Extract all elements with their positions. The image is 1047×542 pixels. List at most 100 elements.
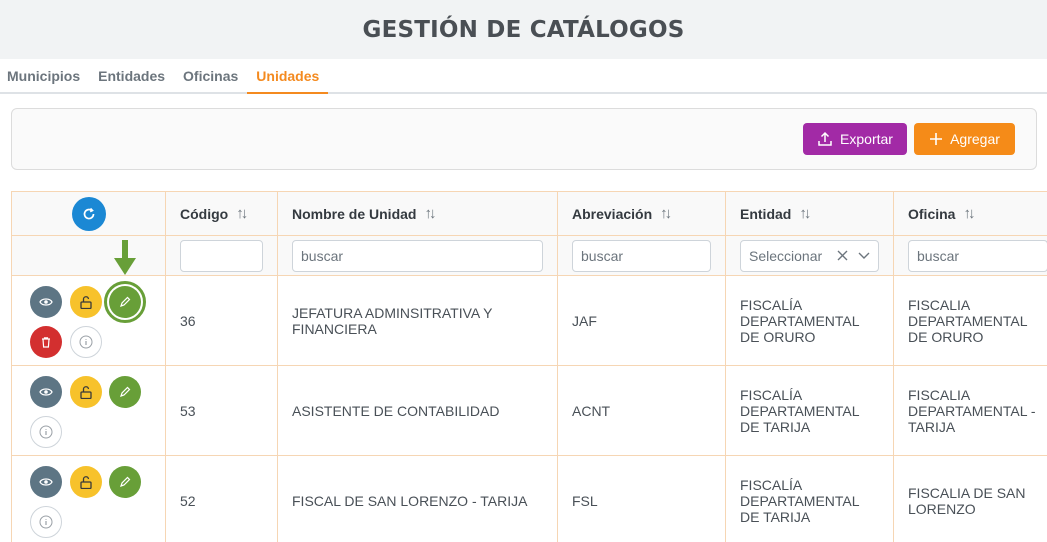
- title-bar: GESTIÓN DE CATÁLOGOS: [0, 0, 1047, 59]
- table-row: 53 ASISTENTE DE CONTABILIDAD ACNT FISCAL…: [12, 366, 1047, 456]
- unlock-icon: [80, 475, 92, 489]
- cell-line: DE ORURO: [908, 328, 984, 345]
- table-row: 36 JEFATURA ADMINSITRATIVA Y FINANCIERA J…: [12, 276, 1047, 366]
- unlock-button[interactable]: [70, 286, 102, 318]
- table-row: 52 FISCAL DE SAN LORENZO - TARIJA FSL FI…: [12, 456, 1047, 542]
- action-buttons: [30, 281, 150, 358]
- info-icon: [39, 515, 53, 529]
- edit-button[interactable]: [109, 466, 141, 498]
- row-actions: [12, 456, 166, 542]
- actions-header: [12, 192, 166, 235]
- tab-oficinas[interactable]: Oficinas: [174, 59, 247, 94]
- oficina-filter-input[interactable]: buscar: [908, 239, 1047, 272]
- plus-icon: [930, 133, 943, 145]
- codigo-filter-input[interactable]: [180, 239, 263, 272]
- info-icon: [79, 335, 93, 349]
- cell-line: FISCAL DE SAN LORENZO - TARIJA: [292, 492, 528, 509]
- unidades-table: Código ↑↓ Nombre de Unidad ↑↓ Abreviación ↑…: [11, 191, 1047, 542]
- cell-oficina: FISCALIA DEPARTAMENTAL - TARIJA: [894, 366, 1047, 455]
- cell-line: DEPARTAMENTAL: [908, 312, 1028, 329]
- edit-button[interactable]: [109, 286, 141, 318]
- sort-icon[interactable]: ↑↓: [660, 205, 672, 222]
- action-buttons: [30, 376, 150, 448]
- export-label: Exportar: [840, 131, 893, 147]
- nombre-filter-input[interactable]: buscar: [292, 239, 543, 272]
- delete-button[interactable]: [30, 326, 62, 358]
- edit-button[interactable]: [109, 376, 141, 408]
- catalog-tabs: Municipios Entidades Oficinas Unidades: [0, 59, 1047, 94]
- eye-icon: [39, 478, 53, 486]
- sort-icon[interactable]: ↑↓: [799, 205, 811, 222]
- add-button[interactable]: Agregar: [914, 123, 1015, 155]
- abreviacion-filter-input[interactable]: buscar: [572, 239, 711, 272]
- pencil-icon: [120, 296, 131, 307]
- view-button[interactable]: [30, 286, 62, 318]
- tab-entidades[interactable]: Entidades: [89, 59, 174, 94]
- cell-nombre: FISCAL DE SAN LORENZO - TARIJA: [278, 456, 558, 542]
- cell-line: FISCALÍA: [740, 296, 803, 313]
- filter-cell-nombre: buscar: [278, 236, 558, 275]
- cell-entidad: FISCALÍA DEPARTAMENTAL DE TARIJA: [726, 456, 894, 542]
- column-header-codigo[interactable]: Código ↑↓: [166, 192, 278, 235]
- tab-unidades[interactable]: Unidades: [247, 59, 329, 94]
- info-button[interactable]: [70, 326, 102, 358]
- sort-icon[interactable]: ↑↓: [963, 205, 975, 222]
- info-button[interactable]: [30, 416, 62, 448]
- cell-line: FISCALIA: [908, 386, 971, 403]
- cell-codigo: 36: [166, 276, 278, 365]
- filter-cell-entidad: Seleccionar: [726, 236, 894, 275]
- cell-line: JEFATURA ADMINSITRATIVA Y: [292, 304, 493, 321]
- info-icon: [39, 425, 53, 439]
- trash-icon: [42, 337, 50, 348]
- row-actions: [12, 276, 166, 365]
- info-button[interactable]: [30, 506, 62, 538]
- column-header-entidad[interactable]: Entidad ↑↓: [726, 192, 894, 235]
- column-label: Nombre de Unidad: [292, 205, 417, 222]
- cell-line: FISCALÍA: [740, 386, 803, 403]
- cell-abreviacion: JAF: [558, 276, 726, 365]
- export-button[interactable]: Exportar: [803, 123, 907, 155]
- filter-cell-empty: [12, 236, 166, 275]
- chevron-down-icon[interactable]: [858, 252, 870, 260]
- cell-line: FISCALIA: [908, 296, 971, 313]
- filter-cell-oficina: buscar: [894, 236, 1047, 275]
- filter-row: buscar buscar Seleccionar buscar: [12, 236, 1047, 276]
- pencil-icon: [120, 476, 131, 487]
- sort-icon[interactable]: ↑↓: [424, 205, 436, 222]
- cell-abreviacion: ACNT: [558, 366, 726, 455]
- sort-icon[interactable]: ↑↓: [236, 205, 248, 222]
- view-button[interactable]: [30, 466, 62, 498]
- add-label: Agregar: [950, 131, 1000, 147]
- row-actions: [12, 366, 166, 455]
- column-label: Oficina: [908, 205, 956, 222]
- table-header: Código ↑↓ Nombre de Unidad ↑↓ Abreviación ↑…: [12, 192, 1047, 236]
- cell-line: DEPARTAMENTAL: [740, 402, 860, 419]
- entidad-filter-select[interactable]: Seleccionar: [740, 239, 879, 272]
- cell-line: DEPARTAMENTAL: [740, 492, 860, 509]
- cell-oficina: FISCALIA DE SAN LORENZO: [894, 456, 1047, 542]
- cell-line: DE ORURO: [740, 328, 816, 345]
- toolbar: Exportar Agregar: [11, 108, 1037, 170]
- close-icon[interactable]: [837, 250, 848, 261]
- refresh-icon: [83, 207, 94, 219]
- page-title: GESTIÓN DE CATÁLOGOS: [362, 16, 685, 43]
- cell-abreviacion: FSL: [558, 456, 726, 542]
- unlock-icon: [80, 385, 92, 399]
- cell-codigo: 52: [166, 456, 278, 542]
- arrow-down-icon: [114, 240, 136, 275]
- column-label: Código: [180, 205, 229, 222]
- refresh-button[interactable]: [71, 196, 106, 231]
- view-button[interactable]: [30, 376, 62, 408]
- cell-line: FISCALIA DE SAN: [908, 484, 1026, 501]
- filter-cell-abreviacion: buscar: [558, 236, 726, 275]
- tab-municipios[interactable]: Municipios: [0, 59, 89, 94]
- cell-line: DEPARTAMENTAL: [740, 312, 860, 329]
- column-header-oficina[interactable]: Oficina ↑↓: [894, 192, 1047, 235]
- upload-icon: [818, 131, 832, 146]
- cell-line: LORENZO: [908, 500, 976, 517]
- column-header-nombre[interactable]: Nombre de Unidad ↑↓: [278, 192, 558, 235]
- unlock-button[interactable]: [70, 376, 102, 408]
- column-header-abreviacion[interactable]: Abreviación ↑↓: [558, 192, 726, 235]
- unlock-button[interactable]: [70, 466, 102, 498]
- unlock-icon: [80, 295, 92, 309]
